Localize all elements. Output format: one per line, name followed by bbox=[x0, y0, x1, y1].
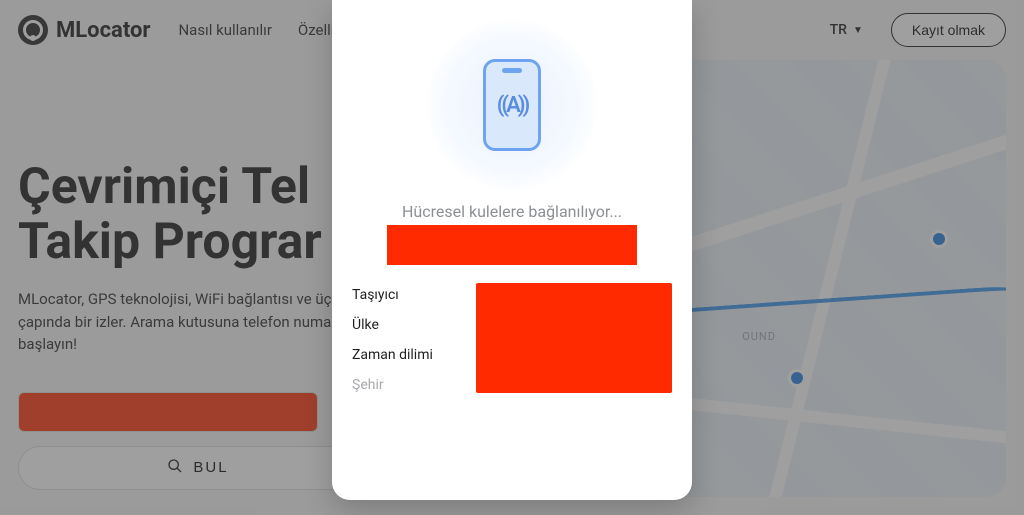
modal-status-text: Hücresel kulelere bağlanılıyor... bbox=[402, 202, 622, 221]
label-country: Ülke bbox=[352, 317, 462, 333]
phone-signal-illustration: ((A)) bbox=[427, 20, 597, 190]
label-city: Şehir bbox=[352, 377, 462, 393]
label-timezone: Zaman dilimi bbox=[352, 347, 462, 363]
modal-values-redacted bbox=[476, 283, 672, 393]
label-carrier: Taşıyıcı bbox=[352, 287, 462, 303]
phone-icon: ((A)) bbox=[483, 59, 541, 151]
modal-info-grid: Taşıyıcı Ülke Zaman dilimi Şehir bbox=[352, 283, 672, 393]
connecting-modal: ((A)) Hücresel kulelere bağlanılıyor... … bbox=[332, 0, 692, 500]
modal-info-labels: Taşıyıcı Ülke Zaman dilimi Şehir bbox=[352, 283, 462, 393]
modal-phone-redacted bbox=[387, 225, 637, 265]
antenna-icon: ((A)) bbox=[497, 93, 527, 118]
